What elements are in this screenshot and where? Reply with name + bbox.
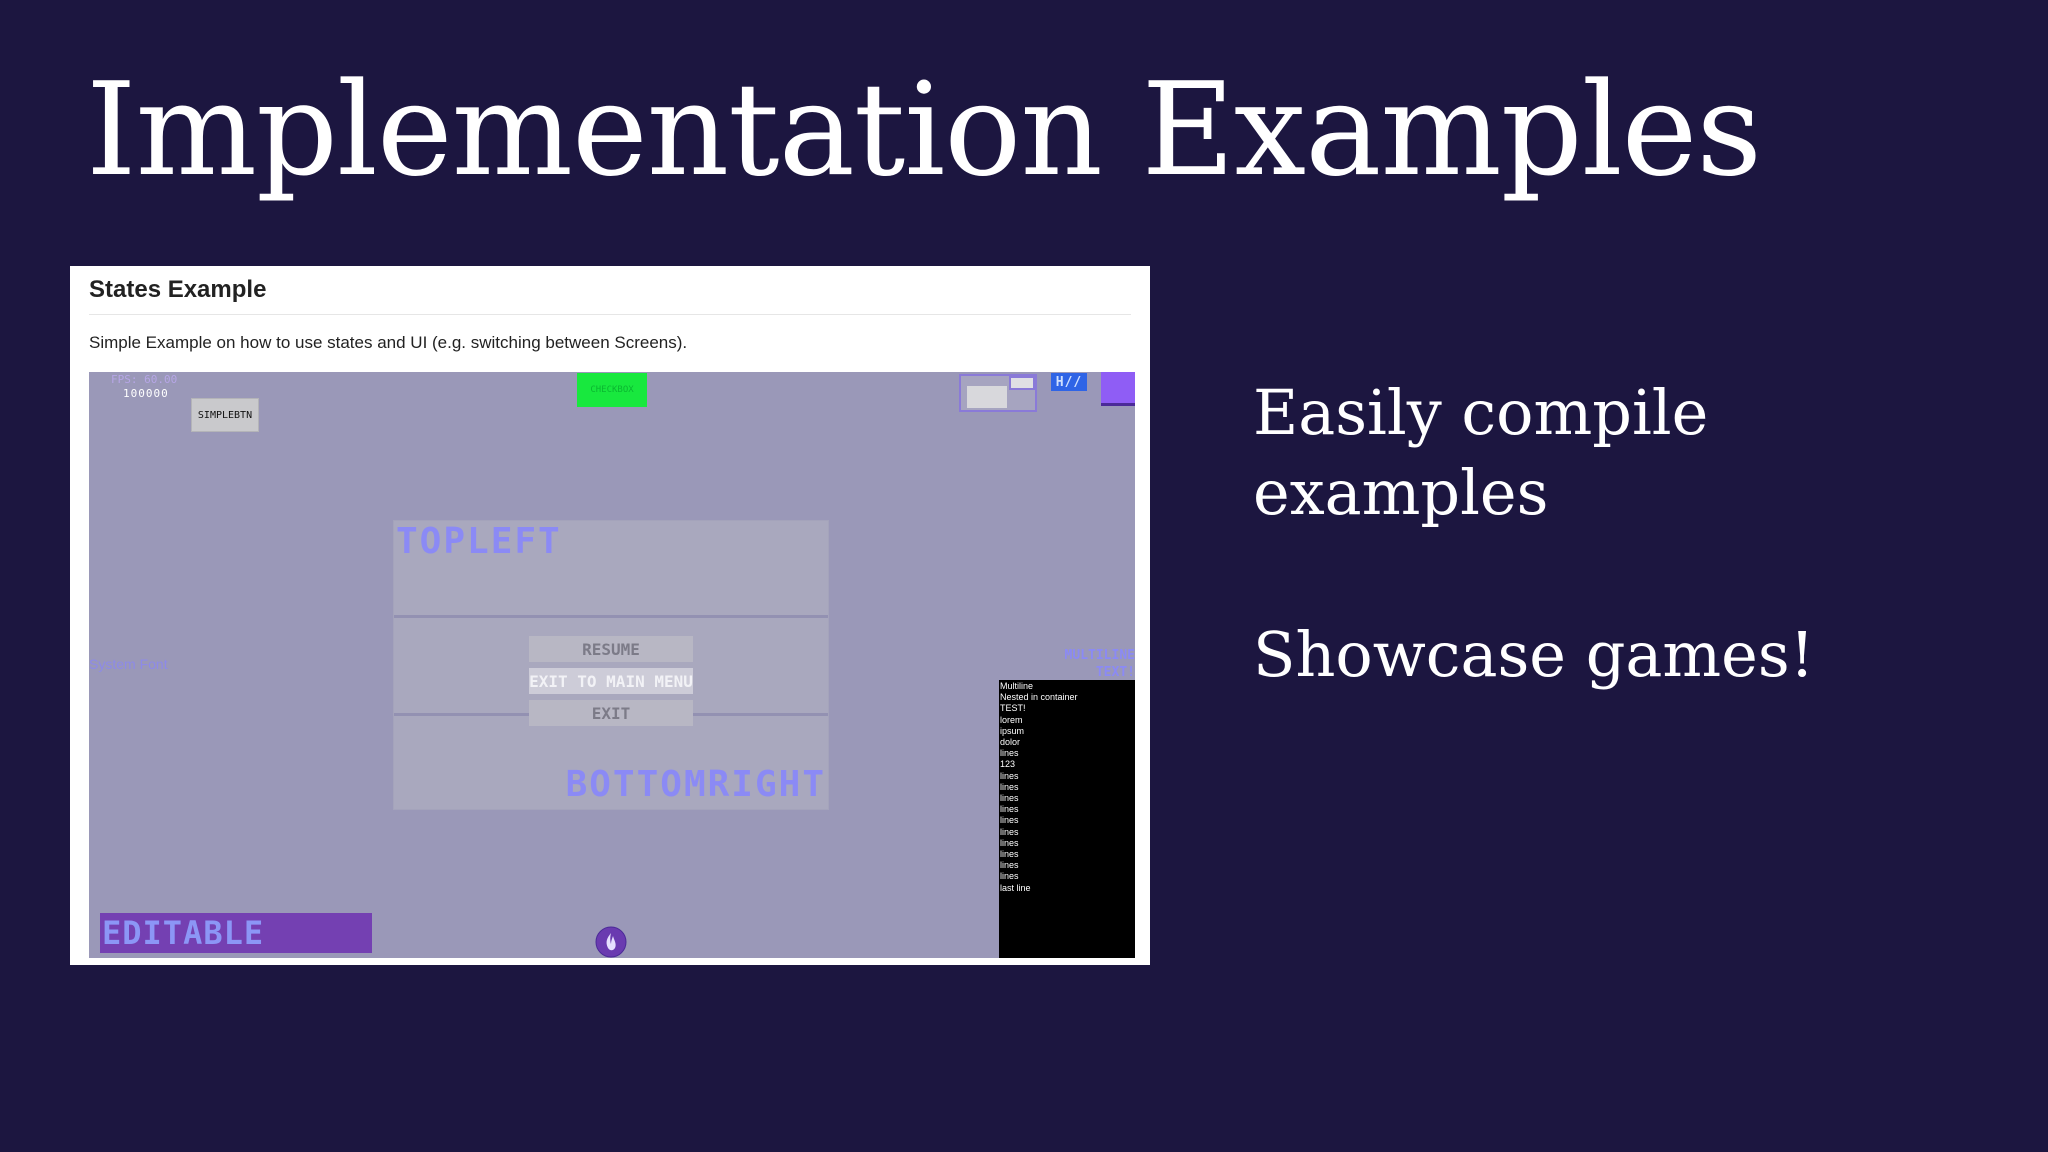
terminal-line: Multiline [1000,681,1034,691]
terminal-line: TEST! [1000,703,1026,714]
terminal-line: lines [1000,748,1019,759]
topleft-label: TOPLEFT [396,521,562,562]
panel-title: States Example [89,276,267,303]
pause-menu-container: TOPLEFT BOTTOMRIGHT [393,520,829,810]
system-font-label: System Font [89,656,168,672]
example-panel: States Example Simple Example on how to … [70,266,1150,965]
terminal-line: lines [1000,826,1019,837]
terminal-line: lines [1000,837,1019,848]
terminal-line: dolor [1000,737,1021,748]
multiline-title: MULTILINE TEXT! [1064,648,1135,680]
terminal-line: lines [1000,793,1019,804]
terminal-line: lines [1000,860,1019,871]
panel-description: Simple Example on how to use states and … [89,333,688,352]
window-widget-body [967,386,1007,408]
multiline-container[interactable]: Multiline Nested in container TEST! lorem ip… [999,680,1135,958]
bottomright-label: BOTTOMRIGHT [565,764,826,805]
terminal-line: Nested in container [1000,692,1078,703]
menu-divider [394,615,828,618]
exit-button[interactable]: EXIT [529,700,693,726]
terminal-line: lines [1000,815,1019,826]
terminal-line: lines [1000,804,1019,815]
terminal-line: lines [1000,770,1019,781]
simple-button[interactable]: SIMPLEBTN [191,398,259,432]
bullet-showcase-games: Showcase games! [1253,618,1815,691]
terminal-line: ipsum [1000,725,1025,736]
panel-divider [89,314,1131,315]
terminal-line: lorem [1000,714,1023,725]
game-canvas[interactable]: FPS: 60.00 100000 SIMPLEBTN CHECKBOX H//… [89,372,1135,958]
bullet-compile-examples: Easily compile examples [1253,376,1709,529]
fps-label: FPS: 60.00 [111,373,178,386]
terminal-line: lines [1000,849,1019,860]
exit-to-main-menu-button[interactable]: EXIT TO MAIN MENU [529,668,693,694]
green-checkbox-button[interactable]: CHECKBOX [577,373,647,407]
blue-tag[interactable]: H// [1051,373,1087,391]
resume-button[interactable]: RESUME [529,636,693,662]
terminal-line: lines [1000,781,1019,792]
terminal-line: last line [1000,882,1031,893]
slide-title: Implementation Examples [86,56,1762,205]
engine-logo-icon [595,926,627,958]
window-widget-handle[interactable] [1009,376,1035,390]
editable-text-field[interactable]: EDITABLE [100,913,372,953]
fps-value: 100000 [123,387,169,400]
terminal-line: lines [1000,871,1019,882]
window-widget[interactable] [959,374,1037,412]
terminal-line: 123 [1000,759,1016,770]
purple-box[interactable] [1101,372,1135,406]
